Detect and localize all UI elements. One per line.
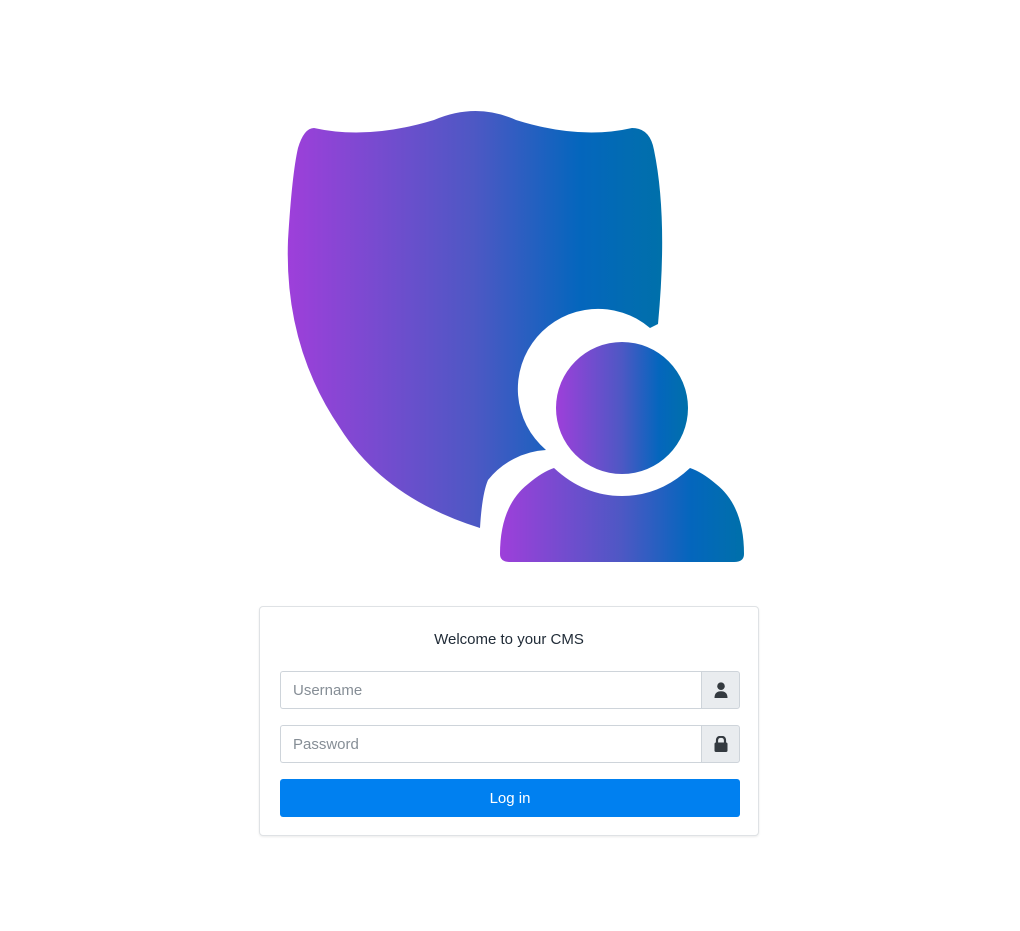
user-icon [714, 682, 727, 698]
password-input[interactable] [280, 725, 701, 763]
password-addon [701, 725, 740, 763]
login-card: Welcome to your CMS Log in [259, 606, 759, 836]
lock-icon [714, 736, 727, 752]
welcome-title: Welcome to your CMS [434, 631, 584, 648]
username-input[interactable] [280, 671, 701, 709]
username-addon [701, 671, 740, 709]
login-page: Welcome to your CMS Log in [0, 0, 1020, 931]
login-button[interactable]: Log in [280, 779, 740, 817]
user-shield-logo-icon [284, 106, 748, 566]
password-input-group [280, 725, 740, 763]
username-input-group [280, 671, 740, 709]
